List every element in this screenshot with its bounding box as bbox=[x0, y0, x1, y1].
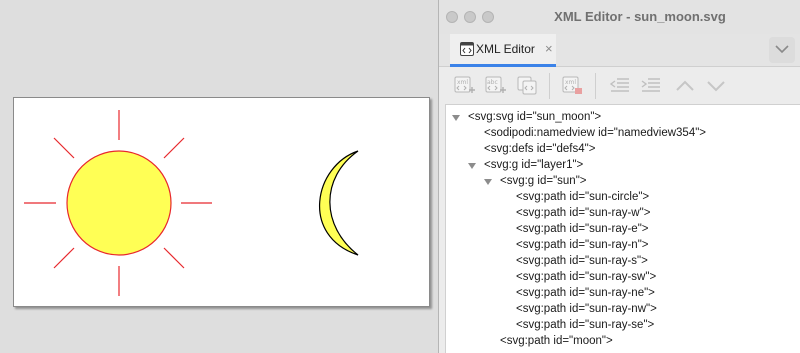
new-text-node-icon[interactable]: abc bbox=[484, 75, 508, 97]
tree-node[interactable]: <svg:path id="sun-ray-s"> bbox=[516, 253, 648, 269]
moon[interactable] bbox=[319, 150, 359, 256]
tree-node[interactable]: <svg:path id="sun-ray-sw"> bbox=[516, 269, 656, 285]
tree-node[interactable]: <svg:path id="sun-ray-se"> bbox=[516, 317, 654, 333]
close-tab-icon[interactable]: × bbox=[545, 42, 553, 55]
tree-node[interactable]: <svg:path id="sun-ray-nw"> bbox=[516, 301, 657, 317]
toolbar: xml abc xml bbox=[439, 67, 800, 104]
tabs-menu-button[interactable] bbox=[769, 37, 795, 63]
window-title: XML Editor - sun_moon.svg bbox=[554, 9, 726, 24]
svg-text:abc: abc bbox=[487, 79, 498, 86]
tree-node[interactable]: <svg:defs id="defs4"> bbox=[484, 141, 595, 157]
chevron-down-icon bbox=[775, 45, 789, 54]
tree-node[interactable]: <svg:g id="sun"> bbox=[500, 173, 587, 189]
tab-label: XML Editor bbox=[476, 42, 535, 56]
sun-ray-sw[interactable] bbox=[53, 247, 75, 269]
duplicate-node-icon[interactable] bbox=[516, 75, 540, 97]
drawing-canvas[interactable] bbox=[13, 97, 430, 307]
sun-circle[interactable] bbox=[66, 150, 172, 256]
expanded-caret-icon[interactable] bbox=[452, 115, 460, 121]
sun[interactable] bbox=[24, 110, 212, 296]
title-bar[interactable]: XML Editor - sun_moon.svg bbox=[439, 0, 800, 34]
tree-node[interactable]: <svg:path id="moon"> bbox=[500, 333, 613, 349]
tab-xml-editor[interactable]: XML Editor × bbox=[450, 34, 556, 67]
expanded-caret-icon[interactable] bbox=[468, 163, 476, 169]
svg-text:xml: xml bbox=[565, 79, 576, 86]
toolbar-separator bbox=[549, 73, 550, 99]
tree-node[interactable]: <svg:path id="sun-ray-ne"> bbox=[516, 285, 655, 301]
unindent-node-icon[interactable] bbox=[608, 75, 632, 97]
artwork bbox=[24, 110, 359, 296]
delete-node-icon[interactable]: xml bbox=[561, 75, 585, 97]
xml-editor-window: XML Editor - sun_moon.svg XML Editor × x… bbox=[438, 0, 800, 353]
tree-node[interactable]: <sodipodi:namedview id="namedview354"> bbox=[484, 125, 706, 141]
svg-text:xml: xml bbox=[457, 79, 468, 86]
tree-node[interactable]: <svg:path id="sun-ray-w"> bbox=[516, 205, 650, 221]
toolbar-separator bbox=[595, 73, 596, 99]
tab-bar: XML Editor × bbox=[439, 34, 800, 67]
lower-node-icon[interactable] bbox=[704, 75, 728, 97]
tree-node[interactable]: <svg:svg id="sun_moon"> bbox=[468, 109, 601, 125]
xml-node-tree[interactable]: <svg:svg id="sun_moon"> <sodipodi:namedv… bbox=[445, 104, 800, 353]
raise-node-icon[interactable] bbox=[673, 75, 697, 97]
new-element-node-icon[interactable]: xml bbox=[453, 75, 477, 97]
sun-ray-nw[interactable] bbox=[53, 137, 75, 159]
tree-node[interactable]: <svg:path id="sun-ray-e"> bbox=[516, 221, 649, 237]
sun-ray-se[interactable] bbox=[163, 247, 185, 269]
sun-ray-ne[interactable] bbox=[163, 137, 185, 159]
tree-node[interactable]: <svg:g id="layer1"> bbox=[484, 157, 583, 173]
indent-node-icon[interactable] bbox=[639, 75, 663, 97]
expanded-caret-icon[interactable] bbox=[484, 179, 492, 185]
tree-node[interactable]: <svg:path id="sun-circle"> bbox=[516, 189, 649, 205]
tree-node[interactable]: <svg:path id="sun-ray-n"> bbox=[516, 237, 649, 253]
xml-editor-icon bbox=[460, 42, 474, 56]
